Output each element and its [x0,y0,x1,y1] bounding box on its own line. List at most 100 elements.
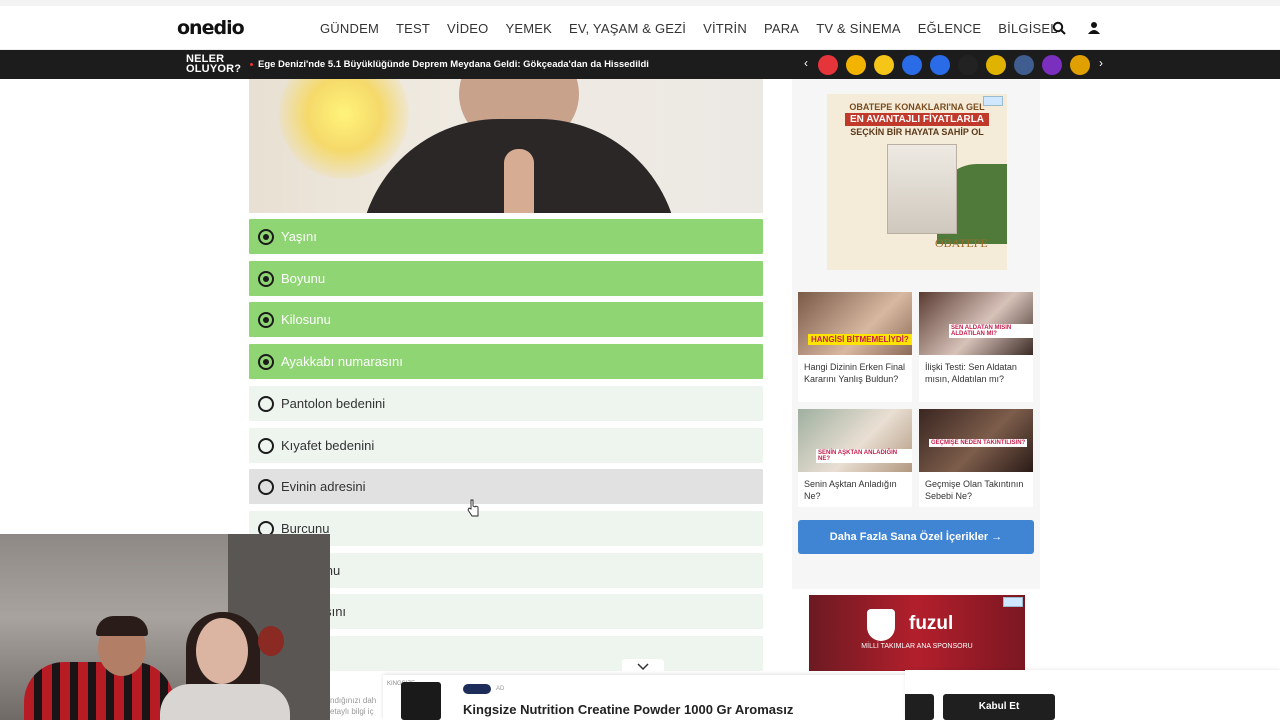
sidebar-ad-obatepe[interactable]: OBATEPE KONAKLARI'NA GEL EN AVANTAJLI Fİ… [827,94,1007,270]
card-tag: SENİN AŞKTAN ANLADIĞIN NE? [816,449,912,463]
reaction-emoji-icon[interactable] [958,55,978,75]
quiz-option-label: Kilosunu [281,312,331,327]
reaction-emoji-icon[interactable] [930,55,950,75]
reaction-icons [818,55,1090,75]
ticker-next-button[interactable]: › [1099,56,1103,70]
reaction-emoji-icon[interactable] [846,55,866,75]
ticker-headline[interactable]: Ege Denizi'nde 5.1 Büyüklüğünde Deprem M… [258,59,649,70]
radio-dot [263,317,269,323]
reaction-emoji-icon[interactable] [1070,55,1090,75]
quiz-option-label: Pantolon bedenini [281,396,386,411]
radio-unchecked-icon[interactable] [258,396,274,412]
nav-link-yemek[interactable]: YEMEK [505,21,552,36]
quiz-option[interactable]: Kıyafet bedenini [249,428,763,463]
tff-crest-icon [867,609,895,641]
card-title[interactable]: İlişki Testi: Sen Aldatan mısın, Aldatıl… [919,355,1033,391]
quiz-option-label: Evinin adresini [281,479,366,494]
nav-link-vitrin[interactable]: VİTRİN [703,21,747,36]
nav-link-tv-sinema[interactable]: TV & SİNEMA [816,21,901,36]
sticky-product-ad[interactable]: KINGSIZE AD Kingsize Nutrition Creatine … [383,675,907,720]
reaction-emoji-icon[interactable] [986,55,1006,75]
nav-link-eglence[interactable]: EĞLENCE [918,21,982,36]
main-menu: GÜNDEM TEST VİDEO YEMEK EV, YAŞAM & GEZİ… [320,21,1075,36]
ticker-label: NELER OLUYOR? [186,54,241,75]
user-icon[interactable] [1087,21,1101,35]
radio-unchecked-icon[interactable] [258,438,274,454]
ad-line-1: OBATEPE KONAKLARI'NA GEL [849,102,985,112]
chevron-down-icon [637,663,649,671]
nav-link-para[interactable]: PARA [764,21,799,36]
more-content-button[interactable]: Daha Fazla Sana Özel İçerikler → [798,520,1034,554]
nav-link-video[interactable]: VİDEO [447,21,488,36]
nav-link-test[interactable]: TEST [396,21,430,36]
webcam-person-right-body [160,684,290,720]
product-title[interactable]: Kingsize Nutrition Creatine Powder 1000 … [463,702,793,717]
ad-line-2: EN AVANTAJLI FİYATLARLA [845,113,989,126]
card-tag: HANGİSİ BİTMEMELİYDİ? [808,334,912,345]
radio-dot [263,359,269,365]
cookie-consent-bar: Kabul Et [905,670,1280,720]
card-thumbnail: SENİN AŞKTAN ANLADIĞIN NE? [798,409,912,472]
consent-text-snippet: ndığınızı dah etaylı bilgi iç [330,695,376,717]
sidebar-ad-fuzul[interactable]: fuzul MİLLİ TAKIMLAR ANA SPONSORU [809,595,1025,671]
reaction-emoji-icon[interactable] [902,55,922,75]
reaction-emoji-icon[interactable] [818,55,838,75]
quiz-option[interactable]: Yaşını [249,219,763,254]
accept-button[interactable]: Kabul Et [943,694,1055,720]
webcam-person-left-body [24,662,174,720]
quiz-option-label: Kıyafet bedenini [281,438,375,453]
ad-line-3: SEÇKİN BİR HAYATA SAHİP OL [850,127,984,137]
card-title[interactable]: Hangi Dizinin Erken Final Kararını Yanlı… [798,355,912,391]
card-title[interactable]: Senin Aşktan Anladığın Ne? [798,472,912,508]
nav-link-gundem[interactable]: GÜNDEM [320,21,379,36]
radio-checked-icon[interactable] [258,354,274,370]
collapse-ad-button[interactable] [622,659,664,675]
recommended-card[interactable]: SEN ALDATAN MISIN ALDATILAN MI? İlişki T… [919,292,1033,402]
browser-strip [0,0,1280,6]
ticker-prev-button[interactable]: ‹ [804,56,808,70]
ad-subtitle: MİLLİ TAKIMLAR ANA SPONSORU [861,643,973,650]
hand-cursor-icon [467,499,479,517]
quiz-option[interactable]: Ayakkabı numarasını [249,344,763,379]
recommended-card[interactable]: SENİN AŞKTAN ANLADIĞIN NE? Senin Aşktan … [798,409,912,507]
card-tag: GEÇMİŞE NEDEN TAKINTILISIN? [929,439,1028,447]
product-image [401,682,441,720]
image-hands [504,149,534,213]
ticker-bullet [250,63,253,66]
ad-choices-icon[interactable] [1003,597,1023,607]
quiz-option[interactable]: Pantolon bedenini [249,386,763,421]
radio-unchecked-icon[interactable] [258,479,274,495]
card-thumbnail: SEN ALDATAN MISIN ALDATILAN MI? [919,292,1033,355]
recommended-card[interactable]: GEÇMİŞE NEDEN TAKINTILISIN? Geçmişe Olan… [919,409,1033,507]
reaction-emoji-icon[interactable] [1042,55,1062,75]
ad-building-image [887,144,957,234]
quiz-option-label: Ayakkabı numarasını [281,354,403,369]
quiz-option-label: Boyunu [281,271,326,286]
ad-label: AD [496,686,505,692]
webcam-plush-toy [258,626,284,656]
site-logo[interactable]: onedio [177,17,245,39]
ad-brand: fuzul [909,613,954,634]
radio-dot [263,234,269,240]
recommended-card[interactable]: HANGİSİ BİTMEMELİYDİ? Hangi Dizinin Erke… [798,292,912,402]
card-thumbnail: HANGİSİ BİTMEMELİYDİ? [798,292,912,355]
webcam-person-left-hair [96,616,148,636]
nav-link-ev-yasam-gezi[interactable]: EV, YAŞAM & GEZİ [569,21,686,36]
brand-logo-icon [463,684,491,694]
consent-secondary-button[interactable] [905,694,934,720]
reaction-emoji-icon[interactable] [1014,55,1034,75]
consent-snippet-line1: ndığınızı dah [330,696,377,705]
webcam-overlay [0,534,330,720]
radio-checked-icon[interactable] [258,229,274,245]
card-title[interactable]: Geçmişe Olan Takıntının Sebebi Ne? [919,472,1033,508]
radio-checked-icon[interactable] [258,312,274,328]
quiz-option[interactable]: Boyunu [249,261,763,296]
quiz-option[interactable]: Evinin adresini [249,469,763,504]
nav-link-bilgisel[interactable]: BİLGİSEL [998,21,1057,36]
quiz-option[interactable]: Kilosunu [249,302,763,337]
webcam-person-right-head [196,618,248,684]
radio-checked-icon[interactable] [258,271,274,287]
search-icon[interactable] [1052,21,1066,35]
reaction-emoji-icon[interactable] [874,55,894,75]
quiz-option-label: Yaşını [281,229,317,244]
